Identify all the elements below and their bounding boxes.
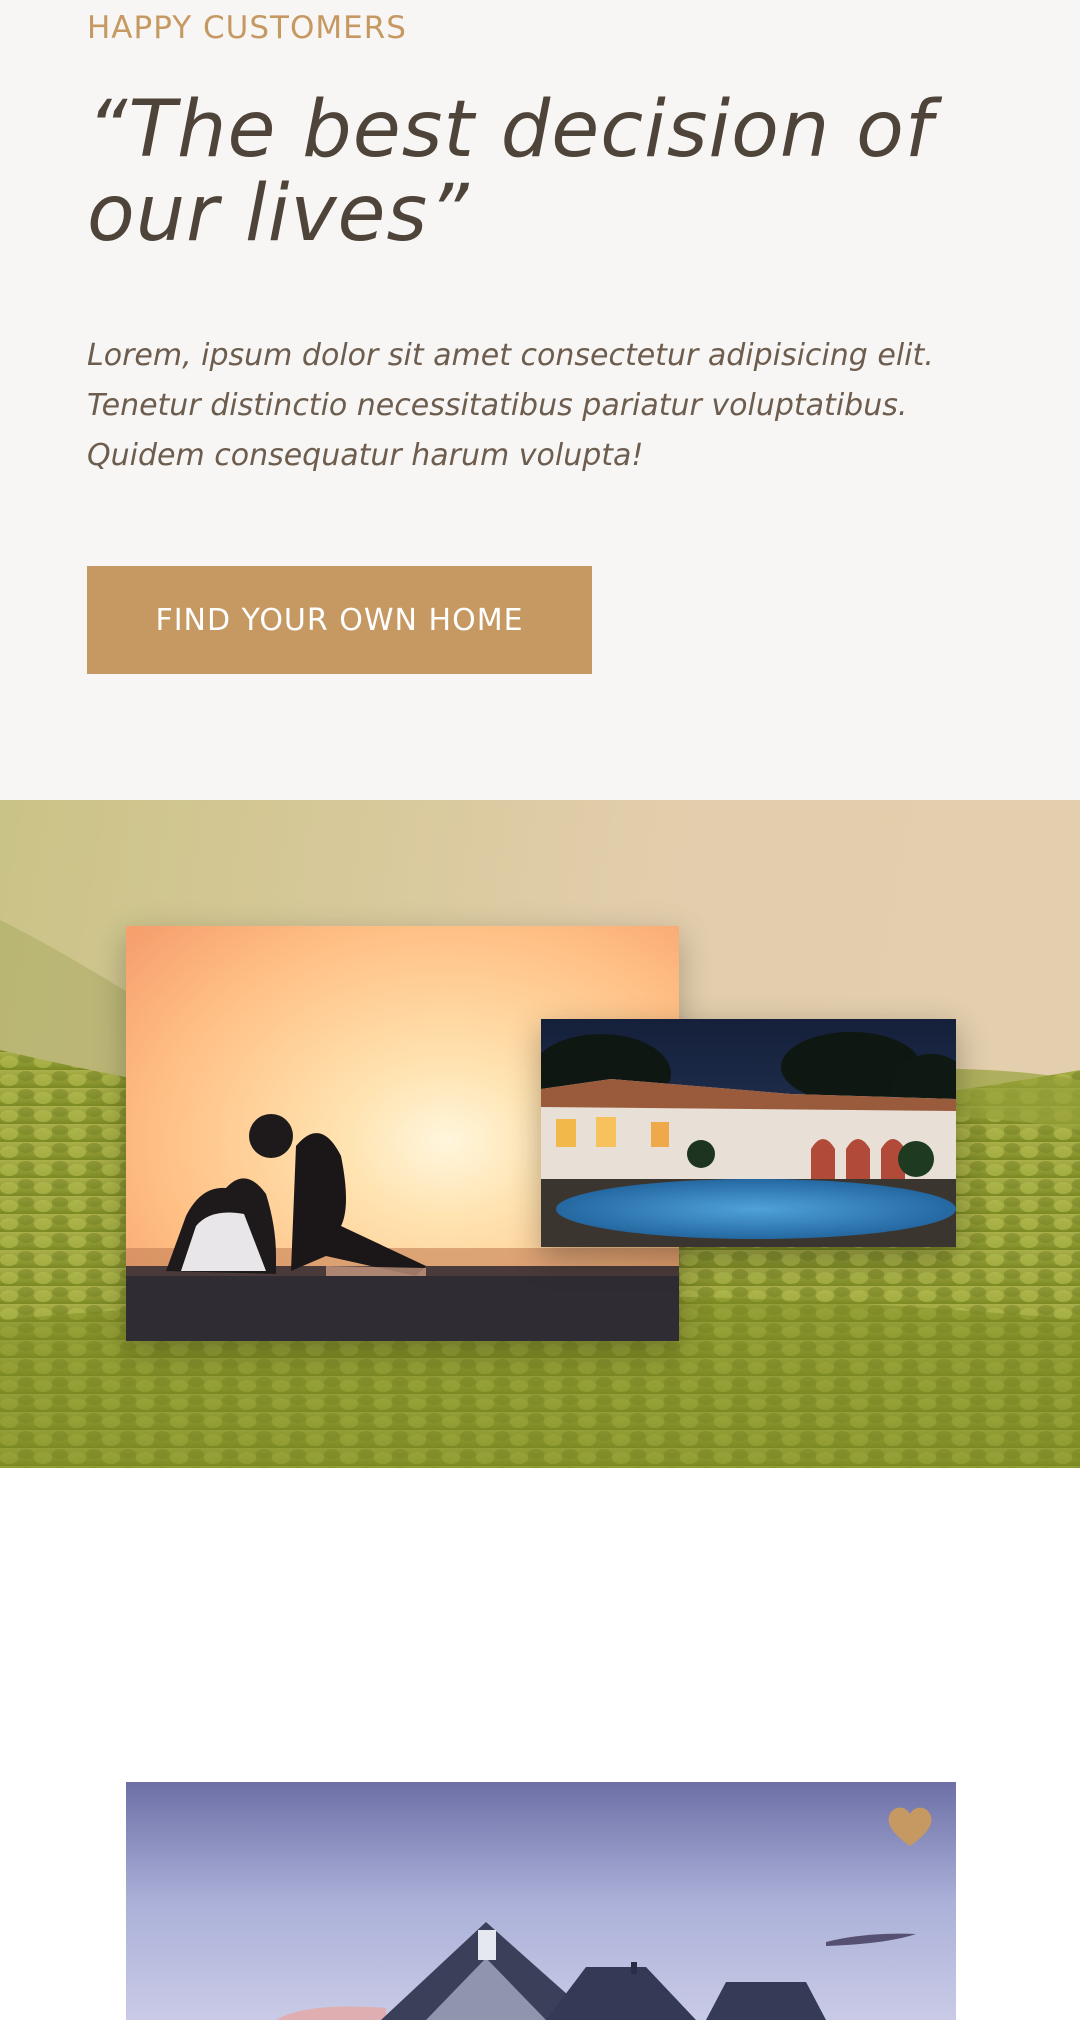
find-home-button[interactable]: FIND YOUR OWN HOME bbox=[87, 566, 592, 674]
villa-pool-photo bbox=[541, 1019, 956, 1247]
homes-section bbox=[0, 1468, 1080, 2020]
heart-icon[interactable] bbox=[886, 1804, 934, 1848]
house-dusk-photo bbox=[126, 1782, 956, 2020]
testimonial-section: HAPPY CUSTOMERS “The best decision of ou… bbox=[0, 0, 1080, 800]
gallery-section bbox=[0, 800, 1080, 1468]
section-subtitle: HAPPY CUSTOMERS bbox=[87, 10, 407, 46]
home-card[interactable] bbox=[126, 1782, 956, 2020]
testimonial-text: Lorem, ipsum dolor sit amet consectetur … bbox=[87, 338, 934, 473]
testimonial-quote: “The best decision of our lives” bbox=[87, 85, 934, 259]
